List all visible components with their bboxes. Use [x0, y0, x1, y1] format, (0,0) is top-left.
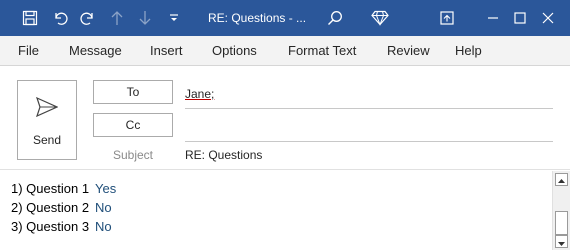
- question-text: 1) Question 1: [11, 181, 90, 196]
- cc-button[interactable]: Cc: [93, 113, 173, 137]
- paper-plane-icon: [35, 96, 59, 122]
- to-button[interactable]: To: [93, 80, 173, 104]
- question-text: 2) Question 2: [11, 200, 90, 215]
- subject-label: Subject: [112, 148, 154, 162]
- send-label: Send: [32, 133, 62, 147]
- customize-qat-icon[interactable]: [164, 0, 184, 36]
- tab-options[interactable]: Options: [212, 36, 257, 66]
- vertical-scrollbar[interactable]: [552, 171, 570, 250]
- cc-field-underline[interactable]: [185, 141, 553, 142]
- message-body[interactable]: 1) Question 1 Yes 2) Question 2 No 3) Ques…: [0, 171, 552, 250]
- tab-review[interactable]: Review: [387, 36, 430, 66]
- window-title: RE: Questions - ...: [208, 11, 307, 25]
- answer-text: No: [95, 200, 112, 215]
- ribbon-display-icon[interactable]: [432, 0, 462, 36]
- answer-text: Yes: [95, 181, 117, 196]
- diamond-icon[interactable]: [365, 0, 395, 36]
- scroll-down-icon[interactable]: [555, 235, 568, 248]
- send-button[interactable]: Send: [17, 80, 77, 160]
- body-line: 3) Question 3 No: [11, 219, 112, 234]
- body-line: 2) Question 2 No: [11, 200, 112, 215]
- tab-format-text[interactable]: Format Text: [288, 36, 356, 66]
- compose-header: Send To Jane; Cc Subject RE: Questions: [0, 66, 570, 170]
- tab-message[interactable]: Message: [69, 36, 122, 66]
- close-icon[interactable]: [533, 0, 563, 36]
- maximize-icon[interactable]: [505, 0, 535, 36]
- save-icon[interactable]: [14, 0, 46, 36]
- arrow-up-icon[interactable]: [104, 0, 130, 36]
- redo-icon[interactable]: [74, 0, 102, 36]
- to-field-value[interactable]: Jane;: [185, 87, 214, 101]
- tab-insert[interactable]: Insert: [150, 36, 183, 66]
- question-text: 3) Question 3: [11, 219, 90, 234]
- minimize-icon[interactable]: [478, 0, 508, 36]
- to-field-underline[interactable]: [185, 108, 553, 109]
- body-line: 1) Question 1 Yes: [11, 181, 116, 196]
- tab-help[interactable]: Help: [455, 36, 482, 66]
- arrow-down-icon[interactable]: [132, 0, 158, 36]
- scroll-up-icon[interactable]: [555, 173, 568, 186]
- subject-field[interactable]: RE: Questions: [185, 148, 262, 162]
- tab-file[interactable]: File: [18, 36, 39, 66]
- search-icon[interactable]: [320, 0, 350, 36]
- undo-icon[interactable]: [46, 0, 74, 36]
- title-bar: RE: Questions - ...: [0, 0, 570, 36]
- ribbon-tabs: File Message Insert Options Format Text …: [0, 36, 570, 66]
- scrollbar-thumb[interactable]: [555, 211, 568, 235]
- answer-text: No: [95, 219, 112, 234]
